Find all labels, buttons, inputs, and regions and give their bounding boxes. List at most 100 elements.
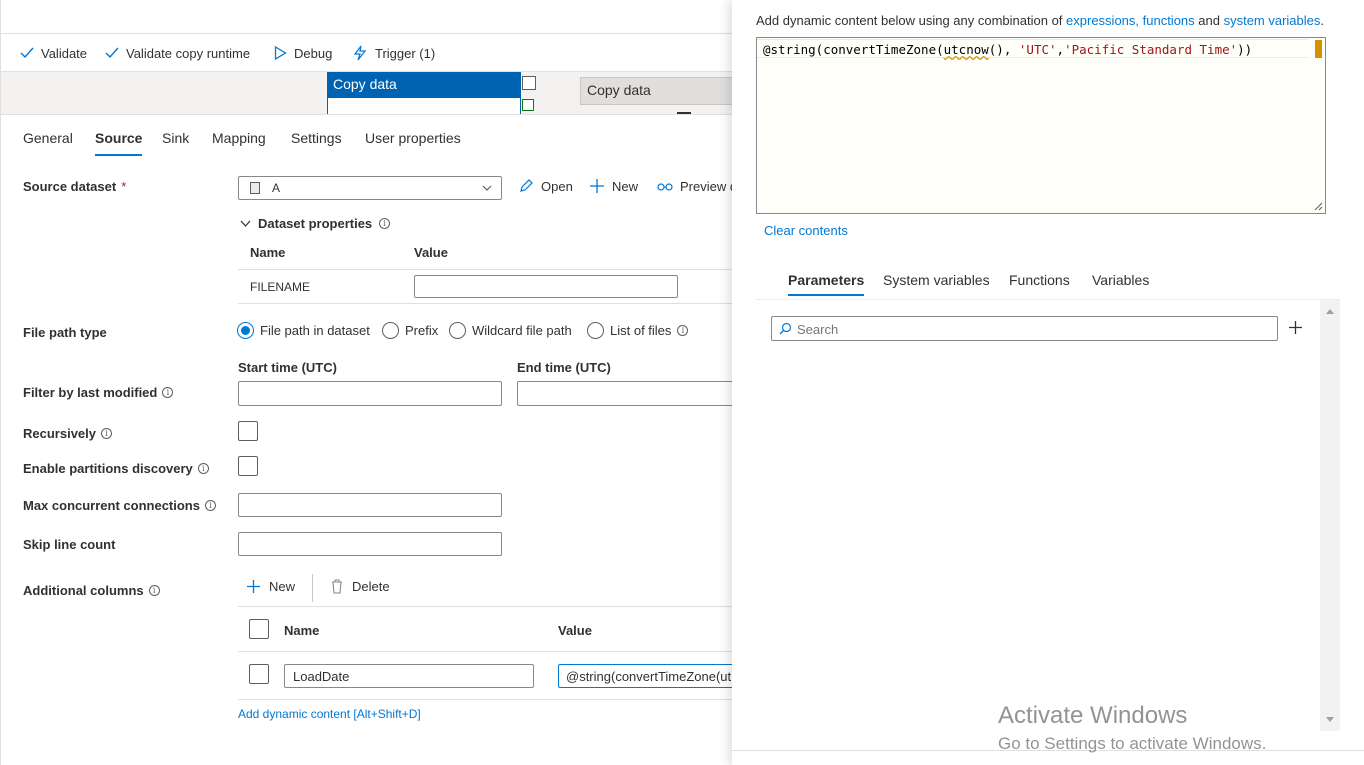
tab-mapping[interactable]: Mapping [212,130,266,154]
row-checkbox[interactable] [249,664,269,684]
dataset-value: A [272,181,281,195]
dataset-icon [250,182,260,194]
pencil-icon [520,179,533,192]
col-value-header: Value [558,623,592,638]
radio-wildcard-file-path[interactable]: Wildcard file path [449,322,572,339]
column-name-input[interactable]: LoadDate [284,664,534,688]
radio-file-path-in-dataset[interactable]: File path in dataset [237,322,370,339]
radio-label: Prefix [405,323,439,338]
radio-label: File path in dataset [260,323,370,338]
max-concurrent-input[interactable] [238,493,502,517]
filename-value-input[interactable] [414,275,678,298]
select-all-checkbox[interactable] [249,619,269,639]
scroll-down-icon[interactable] [1325,716,1335,723]
delete-label: Delete [352,579,390,594]
clear-contents-link[interactable]: Clear contents [764,223,848,238]
search-box[interactable] [771,316,1278,341]
pipeline-canvas[interactable]: Copy data Copy data [1,72,732,115]
column-value-input[interactable]: @string(convertTimeZone(ut [558,664,732,688]
expr-function-token: utcnow [943,42,989,57]
activity-tabs: General Source Sink Mapping Settings Use… [1,116,732,158]
partitions-discovery-checkbox[interactable] [238,456,258,476]
parameters-panel [756,299,1340,731]
copy-data-activity[interactable]: Copy data [580,77,732,105]
tab-parameters[interactable]: Parameters [788,272,865,296]
activity-label: Copy data [587,82,651,98]
tab-functions[interactable]: Functions [1009,272,1070,294]
pipeline-editor-pane: Validate Validate copy runtime Debug Tri… [0,0,732,765]
intro-text: Add dynamic content below using any comb… [756,13,1067,28]
expr-token: (), [988,42,1019,57]
source-dataset-dropdown[interactable]: A [238,176,502,200]
panel-scrollbar[interactable] [1320,300,1340,731]
add-dynamic-content-link[interactable]: Add dynamic content [Alt+Shift+D] [238,707,421,721]
info-icon: i [101,428,112,439]
filter-text: Filter by last modified [23,385,158,400]
dataset-props-row: FILENAME [238,270,732,304]
radio-circle [382,322,399,339]
max-concurrent-label: Max concurrent connections i [23,498,216,513]
expr-string-token: 'Pacific Standard Time' [1064,42,1238,57]
delete-column-button[interactable]: Delete [330,579,390,594]
chevron-down-icon [240,220,251,227]
tab-user-properties[interactable]: User properties [365,130,461,154]
scroll-up-icon[interactable] [1325,308,1335,315]
dynamic-content-intro: Add dynamic content below using any comb… [756,13,1324,28]
radio-list-of-files[interactable]: List of files i [587,322,689,339]
start-time-input[interactable] [238,381,502,406]
preview-data-button[interactable]: Preview d [657,178,732,194]
redo-icon[interactable] [522,76,536,90]
open-label: Open [541,178,573,194]
tab-variables[interactable]: Variables [1092,272,1149,294]
resize-grip-icon[interactable] [1313,201,1323,211]
success-connector-icon[interactable] [522,99,534,111]
column-name-value: LoadDate [293,669,350,684]
column-row: LoadDate @string(convertTimeZone(ut [238,652,732,700]
recursively-checkbox[interactable] [238,421,258,441]
skip-line-count-input[interactable] [238,532,502,556]
source-dataset-text: Source dataset [23,179,117,194]
validate-copy-runtime-label: Validate copy runtime [126,45,251,61]
radio-circle [449,322,466,339]
radio-label: Wildcard file path [472,323,572,338]
dataset-properties-label: Dataset properties [258,216,373,231]
recursively-text: Recursively [23,426,96,441]
connector-line [677,112,691,114]
tab-sink[interactable]: Sink [162,130,189,154]
start-time-label: Start time (UTC) [238,360,337,375]
tab-settings[interactable]: Settings [291,130,342,154]
tab-source[interactable]: Source [95,130,143,156]
validate-copy-runtime-button[interactable]: Validate copy runtime [105,34,250,72]
copy-data-activity-selected[interactable]: Copy data [327,72,521,98]
expression-editor[interactable]: @string(convertTimeZone(utcnow(), 'UTC',… [756,37,1326,214]
search-input[interactable] [797,320,1267,338]
dataset-properties-toggle[interactable]: Dataset properties i [240,216,391,231]
add-column-button[interactable]: New [246,579,295,594]
debug-button[interactable]: Debug [274,34,332,72]
radio-circle [587,322,604,339]
add-parameter-icon[interactable] [1288,320,1303,335]
info-icon: i [148,585,160,596]
tab-system-variables[interactable]: System variables [883,272,990,294]
lightning-icon [353,45,367,61]
additional-columns-text: Additional columns [23,583,144,598]
open-dataset-button[interactable]: Open [518,178,573,194]
system-variables-link[interactable]: system variables [1224,13,1321,28]
tab-general[interactable]: General [23,130,73,154]
expr-token: , [1056,42,1065,57]
add-column-label: New [269,579,296,594]
expressions-functions-link[interactable]: expressions, functions [1066,13,1195,28]
radio-circle-selected [237,322,254,339]
divider [312,574,313,602]
trigger-button[interactable]: Trigger (1) [352,34,435,72]
top-strip [1,0,732,34]
props-name-header: Name [250,245,286,260]
chevron-down-icon [482,185,492,191]
end-time-input[interactable] [517,381,732,406]
play-icon [274,46,287,60]
radio-prefix[interactable]: Prefix [382,322,438,339]
props-value-header: Value [414,245,448,260]
validate-button[interactable]: Validate [20,34,87,72]
columns-header: Name Value [238,606,732,652]
new-dataset-button[interactable]: New [589,178,638,194]
